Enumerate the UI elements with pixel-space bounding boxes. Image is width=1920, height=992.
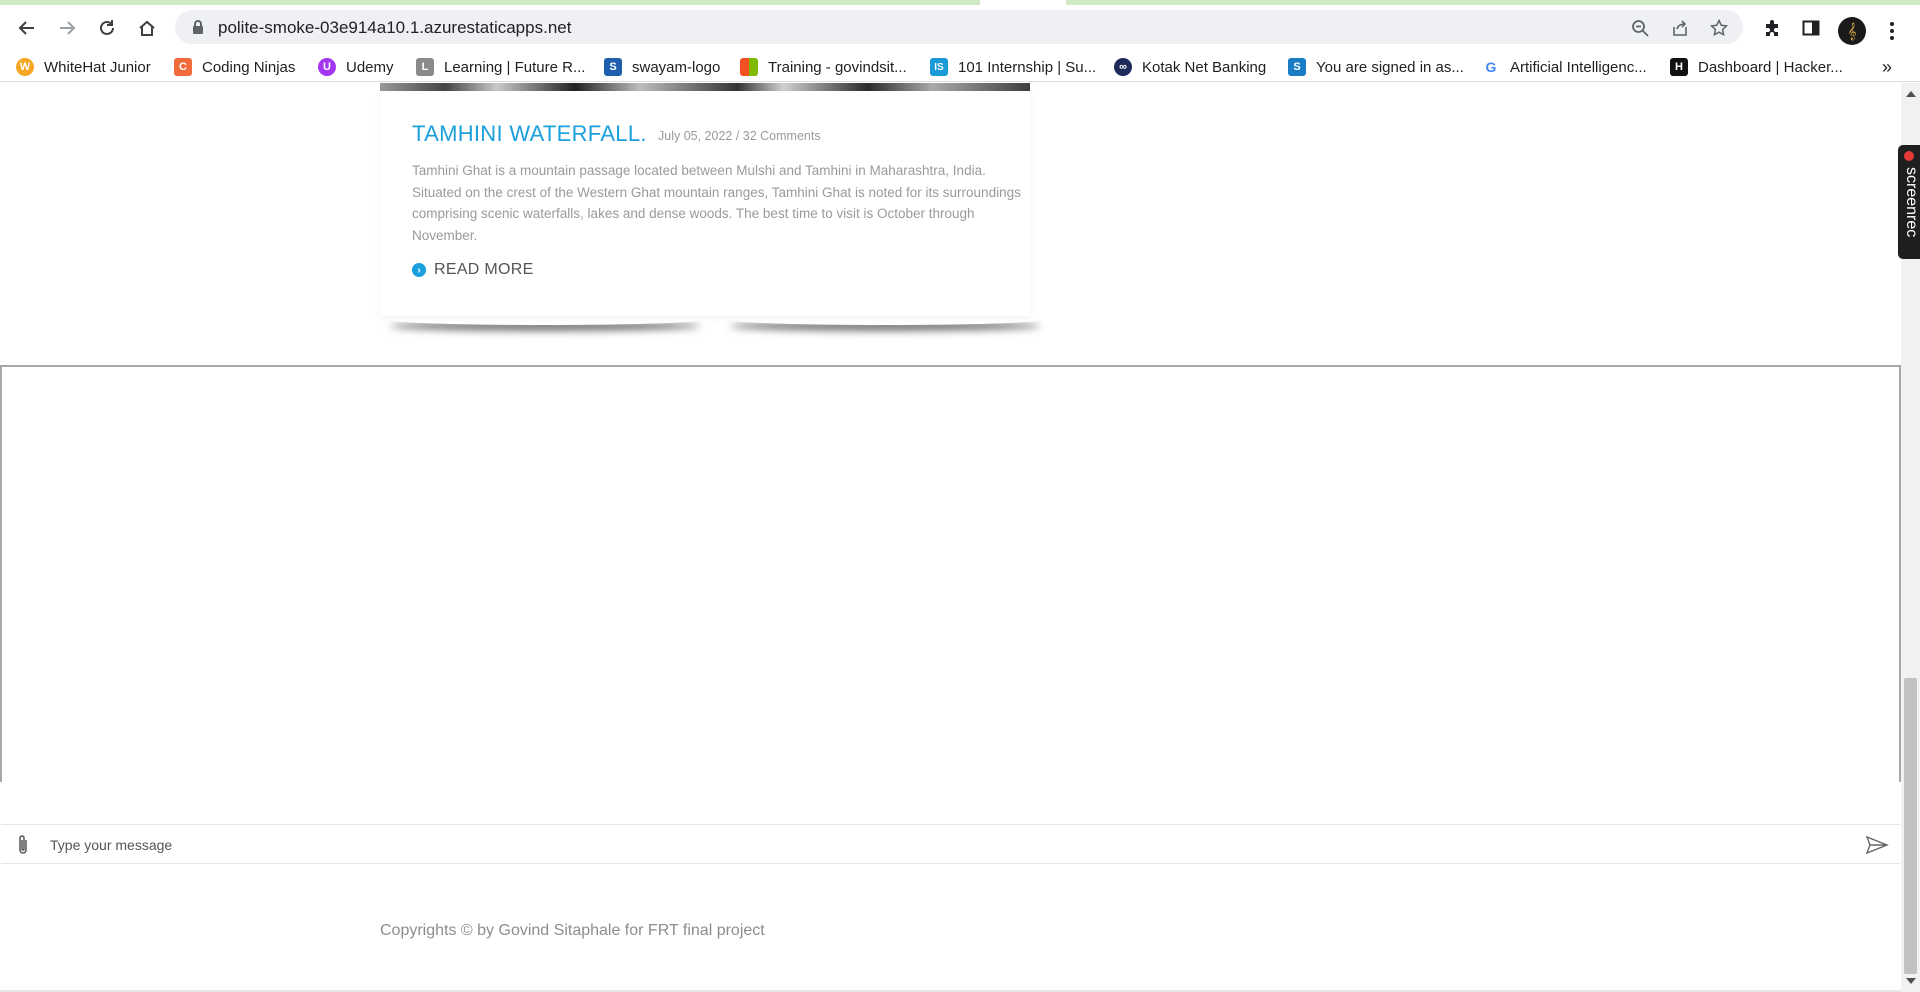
page-viewport: TAMHINI WATERFALL. July 05, 2022 / 32 Co… bbox=[0, 83, 1901, 992]
read-more-label: READ MORE bbox=[434, 261, 534, 278]
scrollbar-thumb[interactable] bbox=[1904, 678, 1917, 974]
bookmark-item[interactable]: IS 101 Internship | Su... bbox=[930, 56, 1096, 78]
bookmark-label: WhiteHat Junior bbox=[44, 58, 151, 76]
share-icon[interactable] bbox=[1669, 17, 1691, 39]
whitehat-junior-favicon: W bbox=[16, 58, 34, 76]
bookmark-item[interactable]: S swayam-logo bbox=[604, 56, 720, 78]
bookmark-label: Kotak Net Banking bbox=[1142, 58, 1267, 76]
kotak-favicon: ∞ bbox=[1114, 58, 1132, 76]
chat-input-bar bbox=[1, 824, 1900, 864]
home-icon[interactable] bbox=[132, 13, 162, 43]
hackerrank-favicon: H bbox=[1670, 58, 1688, 76]
arrow-circle-right-icon: › bbox=[412, 263, 426, 277]
future-skills-favicon: L bbox=[416, 58, 434, 76]
send-icon[interactable] bbox=[1865, 835, 1889, 855]
bookmark-item[interactable]: L Learning | Future R... bbox=[416, 56, 585, 78]
coding-ninjas-favicon: C bbox=[174, 58, 192, 76]
zoom-icon[interactable] bbox=[1629, 17, 1651, 39]
signed-in-favicon: S bbox=[1288, 58, 1306, 76]
url-text[interactable]: polite-smoke-03e914a10.1.azurestaticapps… bbox=[218, 18, 571, 38]
bookmark-item[interactable]: C Coding Ninjas bbox=[174, 56, 295, 78]
internshala-favicon: IS bbox=[930, 58, 948, 76]
side-panel-icon[interactable] bbox=[1799, 16, 1823, 40]
udemy-favicon: U bbox=[318, 58, 336, 76]
bookmark-label: Udemy bbox=[346, 58, 394, 76]
screenrec-extension-tab[interactable]: screenrec bbox=[1898, 145, 1920, 259]
chat-message-input[interactable] bbox=[50, 831, 1830, 859]
bookmark-label: Artificial Intelligenc... bbox=[1510, 58, 1647, 76]
screenrec-label: screenrec bbox=[1903, 167, 1920, 238]
bookmark-item[interactable]: ∞ Kotak Net Banking bbox=[1114, 56, 1266, 78]
read-more-link[interactable]: › READ MORE bbox=[412, 261, 534, 279]
bookmark-label: swayam-logo bbox=[632, 58, 721, 76]
bookmark-label: Learning | Future R... bbox=[444, 58, 586, 76]
back-arrow-icon[interactable] bbox=[12, 13, 42, 43]
chat-widget-frame bbox=[0, 365, 1901, 782]
post-title[interactable]: TAMHINI WATERFALL. bbox=[412, 121, 647, 147]
bookmark-item[interactable]: S You are signed in as... bbox=[1288, 56, 1464, 78]
bookmark-star-icon[interactable] bbox=[1708, 17, 1730, 39]
paperclip-icon[interactable] bbox=[15, 834, 31, 856]
scroll-up-icon[interactable] bbox=[1906, 91, 1916, 97]
bookmark-item[interactable]: W WhiteHat Junior bbox=[16, 56, 151, 78]
bookmark-item[interactable]: U Udemy bbox=[318, 56, 394, 78]
bookmark-item[interactable]: Training - govindsit... bbox=[740, 56, 907, 78]
footer-copyright: Copyrights © by Govind Sitaphale for FRT… bbox=[380, 922, 765, 939]
microsoft-favicon bbox=[740, 58, 758, 76]
bookmark-label: Coding Ninjas bbox=[202, 58, 296, 76]
bookmarks-bar: W WhiteHat Junior C Coding Ninjas U Udem… bbox=[0, 52, 1920, 82]
forward-arrow-icon[interactable] bbox=[52, 13, 82, 43]
bookmark-label: Dashboard | Hacker... bbox=[1698, 58, 1843, 76]
bookmark-label: Training - govindsit... bbox=[768, 58, 907, 76]
post-meta: July 05, 2022 / 32 Comments bbox=[658, 129, 821, 143]
lock-icon[interactable] bbox=[191, 19, 205, 35]
google-favicon: G bbox=[1482, 58, 1500, 76]
bookmark-label: You are signed in as... bbox=[1316, 58, 1464, 76]
bookmarks-overflow-icon[interactable]: » bbox=[1882, 57, 1892, 78]
bookmark-label: 101 Internship | Su... bbox=[958, 58, 1097, 76]
extensions-puzzle-icon[interactable] bbox=[1760, 16, 1784, 40]
scroll-down-icon[interactable] bbox=[1906, 978, 1916, 984]
post-image bbox=[380, 83, 1030, 91]
bookmark-item[interactable]: G Artificial Intelligenc... bbox=[1482, 56, 1647, 78]
record-dot-icon bbox=[1904, 151, 1914, 161]
browser-toolbar: polite-smoke-03e914a10.1.azurestaticapps… bbox=[0, 5, 1920, 48]
reload-icon[interactable] bbox=[92, 13, 122, 43]
address-bar[interactable]: polite-smoke-03e914a10.1.azurestaticapps… bbox=[175, 10, 1743, 44]
profile-avatar[interactable]: 𝄞 bbox=[1838, 17, 1866, 45]
browser-menu-icon[interactable] bbox=[1882, 17, 1902, 45]
bookmark-item[interactable]: H Dashboard | Hacker... bbox=[1670, 56, 1843, 78]
swayam-favicon: S bbox=[604, 58, 622, 76]
post-excerpt: Tamhini Ghat is a mountain passage locat… bbox=[412, 163, 1021, 243]
